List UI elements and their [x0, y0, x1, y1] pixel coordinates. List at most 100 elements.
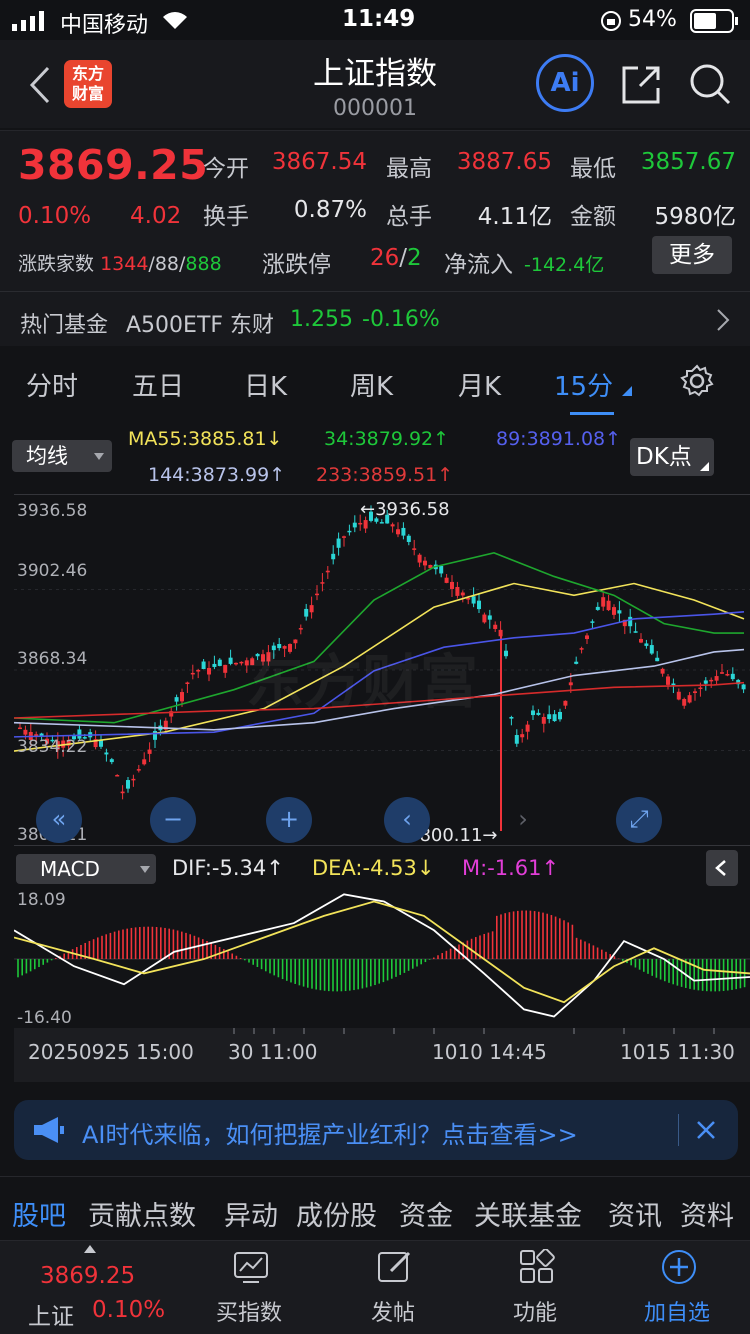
date-label-3: 1010 14:45 — [432, 1040, 547, 1064]
functions-label: 功能 — [513, 1301, 558, 1326]
post-button[interactable]: 发帖 — [340, 1241, 450, 1334]
ai-button[interactable]: Ai — [536, 54, 594, 112]
candle-body — [336, 538, 341, 548]
candle-body — [212, 663, 217, 667]
macd-dea: DEA:-4.53↓ — [312, 856, 435, 880]
candle-body — [126, 780, 130, 789]
content-tabs: 股吧 贡献点数 异动 成份股 资金 关联基金 资讯 资料 — [0, 1176, 750, 1240]
change-amount: 4.02 — [130, 203, 182, 229]
buy-index-button[interactable]: 买指数 — [196, 1241, 306, 1334]
candle-body — [547, 714, 552, 720]
macd-chart[interactable]: 18.09 -16.40 — [14, 888, 750, 1028]
max-marker: ←3936.58 — [360, 499, 450, 520]
last-price: 3869.25 — [18, 141, 209, 189]
tab-constituents[interactable]: 成份股 — [296, 1194, 377, 1233]
functions-button[interactable]: 功能 — [482, 1241, 592, 1334]
candle-body — [358, 522, 363, 525]
limit-values: 26/2 — [370, 245, 422, 271]
tab-movement[interactable]: 异动 — [224, 1194, 278, 1233]
amount-label: 金额 — [570, 204, 616, 230]
zoom-in-button[interactable]: + — [266, 797, 312, 843]
candle-body — [115, 775, 120, 777]
scroll-left-fast-button[interactable]: « — [36, 797, 82, 843]
settings-gear-icon[interactable] — [680, 364, 714, 398]
candle-body — [228, 657, 233, 664]
candle-body — [131, 778, 136, 781]
y-tick-4: 3834.22 — [17, 737, 88, 757]
candle-body — [720, 672, 724, 674]
close-icon[interactable] — [696, 1120, 716, 1140]
promo-banner[interactable]: AI时代来临，如何把握产业红利？点击查看>> — [14, 1100, 738, 1160]
index-quote-widget[interactable]: 3869.25 上证 0.10% — [0, 1241, 180, 1334]
y-tick-2: 3902.46 — [17, 561, 88, 581]
tab-related-funds[interactable]: 关联基金 — [474, 1194, 582, 1233]
tab-guba[interactable]: 股吧 — [12, 1194, 66, 1233]
candle-body — [633, 631, 638, 633]
macd-legend: MACD DIF:-5.34↑ DEA:-4.53↓ M:-1.61↑ — [0, 848, 750, 888]
scroll-right-button[interactable]: › — [500, 797, 546, 843]
add-watchlist-button[interactable]: 加自选 — [624, 1241, 734, 1334]
share-icon[interactable] — [620, 64, 662, 106]
triangle-up-icon — [84, 1245, 96, 1253]
battery-icon — [690, 9, 738, 33]
signal-icon — [12, 11, 44, 31]
macd-dif: DIF:-5.34↑ — [172, 856, 284, 880]
macd-dropdown-label: MACD — [40, 857, 100, 881]
date-axis: 20250925 15:00 30 11:00 1010 14:45 1015 … — [14, 1028, 750, 1082]
megaphone-icon — [34, 1117, 64, 1143]
tab-profile[interactable]: 资料 — [680, 1194, 734, 1233]
low-label: 最低 — [570, 156, 616, 182]
turnover-label: 换手 — [203, 204, 249, 230]
fullscreen-button[interactable]: ⤢ — [616, 797, 662, 843]
candle-body — [460, 592, 465, 596]
candle-body — [325, 570, 330, 573]
breadth-row: 涨跌家数 1344/88/888 — [18, 249, 222, 276]
search-icon[interactable] — [688, 62, 732, 106]
candle-body — [439, 565, 444, 574]
candle-body — [628, 616, 633, 627]
candle-body — [552, 714, 557, 722]
candle-body — [201, 661, 206, 670]
tab-contribution[interactable]: 贡献点数 — [88, 1194, 196, 1233]
hot-fund-row[interactable]: 热门基金 A500ETF 东财 1.255 -0.16% — [0, 291, 750, 347]
candle-body — [390, 524, 395, 527]
candle-body — [477, 600, 481, 610]
candle-body — [482, 614, 487, 623]
scroll-left-button[interactable]: ‹ — [384, 797, 430, 843]
watermark: 东方财富 — [246, 648, 479, 716]
limit-up: 26 — [370, 245, 400, 271]
more-button[interactable]: 更多 — [652, 236, 732, 274]
bottom-toolbar: 3869.25 上证 0.10% 买指数 发帖 功能 加自选 — [0, 1240, 750, 1334]
candle-body — [590, 621, 595, 623]
candle-body — [639, 638, 643, 643]
candle-body — [504, 650, 508, 657]
candle-body — [190, 672, 195, 675]
candle-body — [320, 582, 325, 584]
candle-body — [109, 759, 114, 763]
macd-dropdown[interactable]: MACD — [16, 854, 156, 884]
candle-body — [741, 684, 746, 690]
tab-15min[interactable]: 15分 — [554, 366, 613, 403]
tab-news[interactable]: 资讯 — [608, 1194, 662, 1233]
wifi-icon — [163, 12, 187, 29]
open-label: 今开 — [203, 156, 249, 182]
chart-trend-icon — [234, 1252, 268, 1283]
tab-monthly-k[interactable]: 月K — [458, 366, 501, 403]
zoom-out-button[interactable]: − — [150, 797, 196, 843]
candle-body — [514, 735, 519, 744]
ma-dropdown[interactable]: 均线 — [12, 440, 112, 472]
kline-chart[interactable]: 东方财富 3936.58 3902.46 3868.34 3834.22 380… — [14, 494, 750, 846]
candle-body — [563, 700, 568, 706]
candle-body — [693, 691, 697, 693]
candle-body — [568, 682, 573, 686]
header: 东方 财富 上证指数 000001 Ai — [0, 40, 750, 128]
tab-capital[interactable]: 资金 — [399, 1194, 453, 1233]
candle-body — [347, 530, 352, 533]
tab-weekly-k[interactable]: 周K — [350, 366, 393, 403]
collapse-panel-button[interactable] — [706, 850, 738, 886]
tab-intraday[interactable]: 分时 — [26, 366, 78, 403]
tab-five-day[interactable]: 五日 — [132, 366, 184, 403]
dk-point-button[interactable]: DK点 — [630, 438, 714, 476]
dropdown-caret-icon — [94, 453, 104, 460]
tab-daily-k[interactable]: 日K — [244, 366, 287, 403]
